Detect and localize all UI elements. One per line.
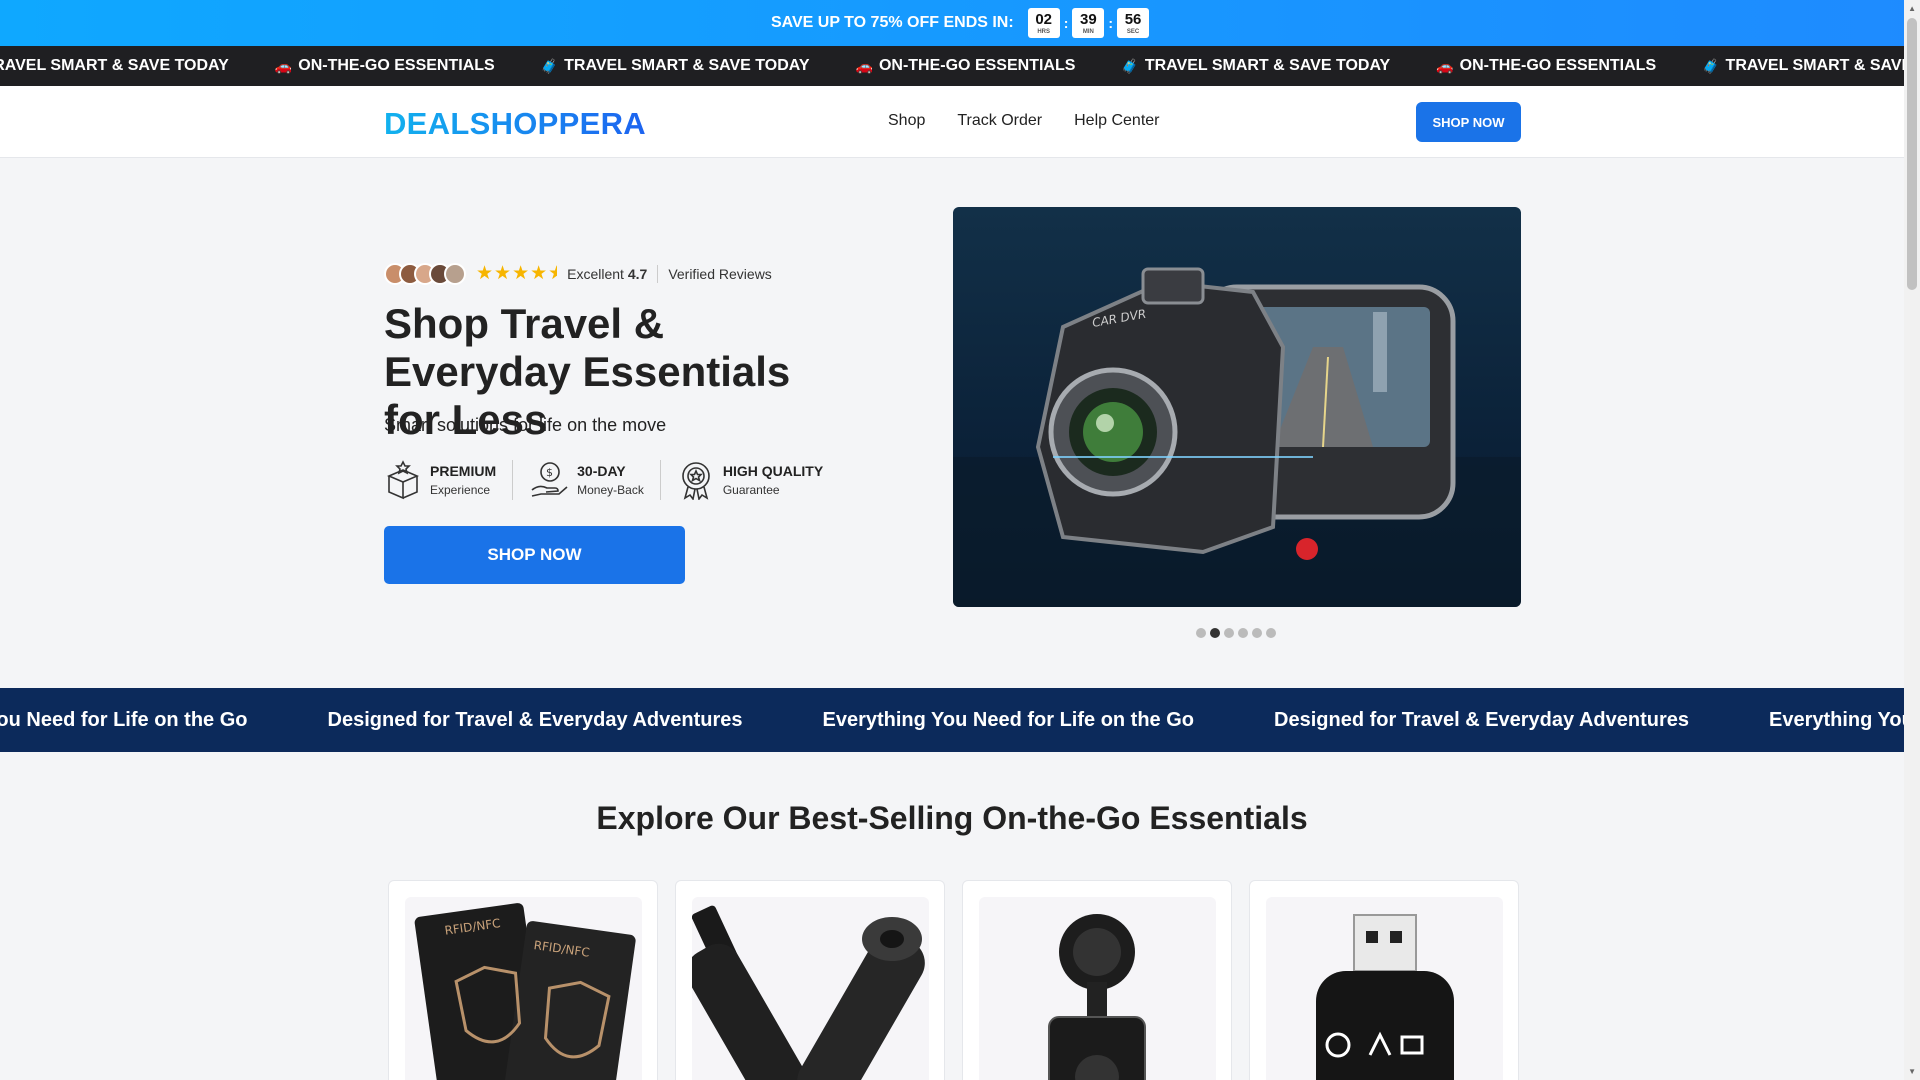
scroll-down-icon[interactable]: ▼ <box>1908 1067 1916 1076</box>
luggage-icon: 🧳 <box>540 57 559 74</box>
rating-stars-icon: ★★★★★ <box>476 263 557 284</box>
ticker-item: 🚗 ON-THE-GO ESSENTIALS <box>856 57 1076 75</box>
top-ticker: 🧳 TRAVEL SMART & SAVE TODAY 🚗 ON-THE-GO ESS… <box>0 46 1920 86</box>
timer-separator: : <box>1108 15 1114 31</box>
timer-hours: 02 HRS <box>1027 8 1060 38</box>
nav-help-center[interactable]: Help Center <box>1074 112 1159 130</box>
header-shop-now-button[interactable]: SHOP NOW <box>1416 102 1521 142</box>
carousel-dots <box>1196 628 1276 638</box>
feature-title: 30-DAY <box>577 463 626 479</box>
ticker-text: TRAVEL SMART & SAVE TODAY <box>0 57 229 74</box>
car-icon: 🚗 <box>1436 57 1454 74</box>
feature-list: PREMIUM Experience $ 30-DAY Money-Back H… <box>384 460 855 500</box>
divider <box>657 264 659 283</box>
timer-minutes: 39 MIN <box>1072 8 1105 38</box>
seconds-label: SEC <box>1126 28 1140 35</box>
site-logo[interactable]: DEALSHOPPERA <box>384 106 646 142</box>
verified-reviews-label: Verified Reviews <box>668 265 772 282</box>
hero-shop-now-button[interactable]: SHOP NOW <box>384 526 685 584</box>
ticker-text: TRAVEL SMART & SAVE TODAY <box>1144 57 1391 74</box>
bottom-ticker: Everything You Need for Life on the Go De… <box>0 688 1904 752</box>
rating-word: Excellent <box>567 265 624 282</box>
ticker-item: Designed for Travel & Everyday Adventure… <box>1274 708 1689 731</box>
rating-value: 4.7 <box>627 265 648 282</box>
ticker-item: 🧳 TRAVEL SMART & SAVE TODAY <box>541 57 810 75</box>
feature-quality: HIGH QUALITY Guarantee <box>677 460 839 500</box>
avatar <box>444 262 466 285</box>
feature-money-back: $ 30-DAY Money-Back <box>529 460 661 500</box>
luggage-icon: 🧳 <box>1121 57 1139 74</box>
feature-subtitle: Money-Back <box>577 483 644 497</box>
scrollbar-thumb[interactable] <box>1907 18 1917 290</box>
main-nav: Shop Track Order Help Center <box>888 112 1160 130</box>
timer-seconds: 56 SEC <box>1117 8 1150 38</box>
carousel-dot[interactable] <box>1196 628 1206 638</box>
ticker-item: 🧳 TRAVEL SMART & SAVE TODAY <box>1121 57 1390 75</box>
section-title: Explore Our Best-Selling On-the-Go Essen… <box>596 800 1308 836</box>
badge-icon <box>682 462 710 500</box>
ticker-item: 🚗 ON-THE-GO ESSENTIALS <box>275 57 495 75</box>
site-header: DEALSHOPPERA Shop Track Order Help Cente… <box>0 86 1920 158</box>
promo-text: SAVE UP TO 75% OFF ENDS IN: <box>770 14 1014 31</box>
ticker-item: Designed for Travel & Everyday Adventure… <box>327 708 743 731</box>
reviewer-avatars <box>384 262 466 285</box>
ticker-text: ON-THE-GO ESSENTIALS <box>1459 57 1657 74</box>
feature-subtitle: Experience <box>430 483 491 497</box>
carousel-dot[interactable] <box>1238 628 1248 638</box>
ticker-text: ON-THE-GO ESSENTIALS <box>878 57 1076 74</box>
carousel-dot[interactable] <box>1210 628 1220 638</box>
carousel-dot[interactable] <box>1224 628 1234 638</box>
ticker-text: TRAVEL SMART & SAVE TODAY <box>564 57 810 74</box>
hours-value: 02 <box>1035 10 1053 28</box>
carplay-adapter-image[interactable] <box>1266 897 1503 1080</box>
ticker-item: 🧳TRAVEL SMART & SAVE TODAY <box>0 57 229 75</box>
hero-subtitle: Smart solutions for life on the move <box>384 415 667 435</box>
ticker-item: 🚗 ON-THE-GO ESSENTIALS <box>1436 57 1656 75</box>
promo-bar: SAVE UP TO 75% OFF ENDS IN: 02 HRS : 39 … <box>0 0 1920 46</box>
feature-title: PREMIUM <box>430 463 497 479</box>
carousel-dot[interactable] <box>1266 628 1276 638</box>
ticker-text: ON-THE-GO ESSENTIALS <box>298 57 495 74</box>
hand-money-icon: $ <box>531 462 568 497</box>
dash-camera-illustration: CAR DVR <box>953 267 1521 607</box>
hero-product-image[interactable]: CAR DVR <box>953 207 1521 607</box>
hours-label: HRS <box>1037 28 1051 35</box>
feature-title: HIGH QUALITY <box>722 463 824 479</box>
ticker-item: 🧳 TRAVEL SMART & SAVE TODAY <box>1702 57 1920 75</box>
rfid-card-protector-image[interactable]: RFID/NFC RFID/NFC <box>405 897 642 1080</box>
timer-separator: : <box>1063 15 1069 31</box>
car-safety-hammer-image[interactable] <box>692 897 929 1080</box>
rating-summary: Excellent 4.7 <box>567 266 647 282</box>
product-card[interactable] <box>675 880 945 1080</box>
luggage-icon: 🧳 <box>1702 57 1720 74</box>
ticker-item: Everything You Need for Life on the Go <box>1769 708 1904 731</box>
minutes-value: 39 <box>1080 10 1097 28</box>
car-icon: 🚗 <box>855 57 873 74</box>
rating-row: ★★★★★ Excellent 4.7 Verified Reviews <box>384 262 772 285</box>
car-icon: 🚗 <box>274 57 293 74</box>
dash-camera-image[interactable] <box>979 897 1216 1080</box>
minutes-label: MIN <box>1082 28 1094 35</box>
countdown-timer: 02 HRS : 39 MIN : 56 SEC <box>1027 8 1150 38</box>
feature-subtitle: Guarantee <box>722 483 780 497</box>
nav-track-order[interactable]: Track Order <box>957 112 1042 130</box>
product-card[interactable] <box>1249 880 1519 1080</box>
nav-shop[interactable]: Shop <box>888 112 925 130</box>
page-scrollbar[interactable]: ▲ ▼ <box>1904 0 1920 1080</box>
feature-premium: PREMIUM Experience <box>384 460 514 500</box>
scroll-up-icon[interactable]: ▲ <box>1908 4 1916 13</box>
hero-section: ★★★★★ Excellent 4.7 Verified Reviews Sho… <box>0 158 1920 688</box>
product-card[interactable]: RFID/NFC RFID/NFC <box>388 880 658 1080</box>
ticker-text: TRAVEL SMART & SAVE TODAY <box>1725 57 1920 74</box>
carousel-dot[interactable] <box>1252 628 1262 638</box>
seconds-value: 56 <box>1124 10 1142 28</box>
product-grid: RFID/NFC RFID/NFC <box>388 880 1519 1080</box>
ticker-item: Everything You Need for Life on the Go <box>0 708 248 731</box>
ticker-item: Everything You Need for Life on the Go <box>822 708 1195 731</box>
svg-text:$: $ <box>546 466 553 479</box>
product-card[interactable] <box>962 880 1232 1080</box>
box-icon <box>386 460 420 500</box>
